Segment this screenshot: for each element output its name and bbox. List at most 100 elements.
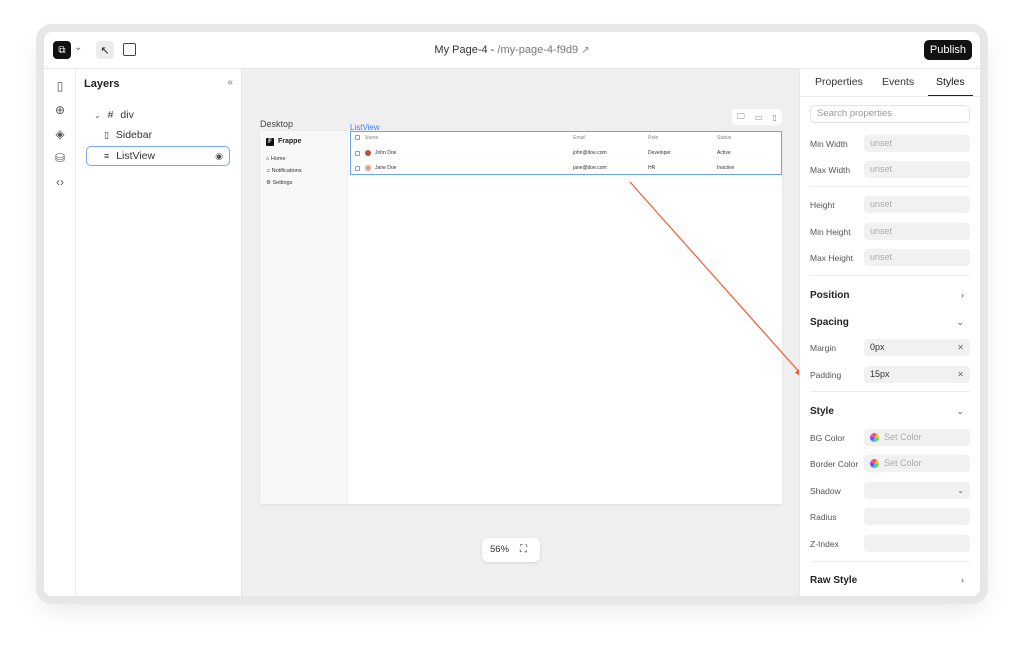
border-color-value: Set Color — [884, 458, 922, 468]
nav-label: Home — [270, 156, 286, 162]
color-wheel-icon[interactable] — [870, 433, 879, 443]
tab-events[interactable]: Events — [882, 76, 914, 96]
row-checkbox[interactable] — [355, 166, 360, 171]
chevron-down-icon[interactable]: ⌄ — [956, 406, 964, 417]
title-separator: - — [490, 44, 495, 56]
desktop-icon[interactable]: 🖵 — [737, 112, 745, 122]
padding-input[interactable]: 15px ✕ — [864, 366, 970, 383]
column-header-status[interactable]: Status — [717, 135, 731, 141]
max-height-input[interactable]: unset — [864, 249, 970, 266]
min-width-label: Min Width — [810, 139, 848, 149]
sidebar-layout-icon: ▯ — [104, 130, 109, 140]
clear-icon[interactable]: ✕ — [957, 366, 964, 383]
style-section[interactable]: Style ⌄ — [810, 406, 970, 417]
avatar — [365, 150, 371, 156]
border-color-input[interactable]: Set Color — [864, 455, 970, 472]
section-title: Spacing — [810, 317, 849, 328]
margin-input[interactable]: 0px ✕ — [864, 339, 970, 356]
color-wheel-icon[interactable] — [870, 459, 879, 469]
layers-title: Layers — [84, 78, 120, 90]
max-height-label: Max Height — [810, 253, 853, 263]
search-properties-input[interactable]: Search properties — [810, 105, 970, 123]
code-icon[interactable]: ‹› — [53, 175, 67, 189]
layer-label: div — [120, 109, 134, 121]
min-height-label: Min Height — [810, 227, 851, 237]
section-title: Style — [810, 406, 834, 417]
fit-to-screen-icon[interactable]: ⛶ — [520, 538, 527, 562]
tabs-divider — [800, 96, 980, 97]
radius-input[interactable] — [864, 508, 970, 525]
border-color-label: Border Color — [810, 459, 859, 469]
frame-nav-notifications[interactable]: ♫ Notifications — [266, 168, 302, 174]
device-switcher: 🖵 ▭ ▯ — [732, 109, 782, 125]
chevron-down-icon[interactable]: ⌄ — [94, 111, 101, 120]
publish-button[interactable]: Publish — [923, 40, 972, 60]
zindex-label: Z-Index — [810, 539, 839, 549]
cell-name: Jane Doe — [375, 165, 397, 171]
layer-item-div[interactable]: ⌄ # div — [86, 105, 230, 125]
bg-color-input[interactable]: Set Color — [864, 429, 970, 446]
icon-rail: ▯ ⊕ ◈ ⛁ ‹› — [44, 69, 76, 596]
visibility-eye-icon[interactable]: ◉ — [215, 147, 223, 165]
add-icon[interactable]: ⊕ — [53, 103, 67, 117]
layer-item-listview[interactable]: ≡ ListView ◉ — [86, 146, 230, 166]
chevron-right-icon[interactable]: › — [961, 575, 964, 585]
column-header-name[interactable]: Name — [365, 135, 378, 141]
frame-sidebar[interactable]: F Frappe ⌂ Home ♫ Notifications ⚙ Setting… — [260, 131, 348, 504]
device-label: Desktop — [260, 119, 294, 129]
row-checkbox[interactable] — [355, 151, 360, 156]
cell-email: jane@doe.com — [573, 165, 607, 171]
chevron-down-icon[interactable]: ⌄ — [957, 482, 964, 499]
frame-nav-home[interactable]: ⌂ Home — [266, 156, 286, 162]
clear-icon[interactable]: ✕ — [957, 339, 964, 356]
cell-email: john@doe.com — [573, 150, 607, 156]
select-all-checkbox[interactable] — [355, 135, 360, 140]
tab-styles[interactable]: Styles — [928, 76, 973, 96]
cell-name: John Doe — [375, 150, 397, 156]
section-title: Position — [810, 290, 850, 301]
cell-role: HR — [648, 165, 656, 171]
page-name: My Page-4 — [434, 44, 488, 56]
column-header-role[interactable]: Role — [648, 135, 658, 141]
margin-label: Margin — [810, 343, 836, 353]
tab-properties[interactable]: Properties — [815, 76, 863, 96]
canvas-area[interactable]: Desktop 🖵 ▭ ▯ ListView F Frappe ⌂ Home ♫ … — [242, 69, 799, 596]
zoom-level[interactable]: 56% — [490, 538, 509, 562]
list-icon: ≡ — [104, 151, 110, 161]
shadow-label: Shadow — [810, 486, 841, 496]
external-link-icon[interactable]: ↗ — [581, 45, 589, 56]
min-width-input[interactable]: unset — [864, 135, 970, 152]
properties-panel: Properties Events Styles Search properti… — [799, 69, 980, 596]
top-bar: ⧉ ⌄ ↖ My Page-4 - /my-page-4-f9d9 ↗ Publ… — [44, 32, 980, 69]
frame-brand: F Frappe — [266, 138, 301, 146]
listview-block[interactable]: Name Email Role Status John Doe john@doe… — [350, 131, 782, 175]
mobile-icon[interactable]: ▯ — [773, 113, 777, 122]
tablet-icon[interactable]: ▭ — [755, 113, 763, 122]
zindex-input[interactable] — [864, 535, 970, 552]
collapse-panel-icon[interactable]: « — [227, 77, 233, 88]
column-header-email[interactable]: Email — [573, 135, 586, 141]
raw-style-section[interactable]: Raw Style › — [810, 575, 970, 586]
layer-item-sidebar[interactable]: ▯ Sidebar — [86, 125, 230, 145]
chevron-down-icon[interactable]: ⌄ — [956, 317, 964, 328]
frame-nav-settings[interactable]: ⚙ Settings — [266, 180, 292, 186]
frappe-logo-icon: F — [266, 138, 274, 146]
layers-icon[interactable]: ◈ — [53, 127, 67, 141]
layers-panel: Layers « ⌄ # div ▯ Sidebar ≡ ListView ◉ — [76, 69, 242, 596]
padding-label: Padding — [810, 370, 842, 380]
page-title[interactable]: My Page-4 - /my-page-4-f9d9 ↗ — [44, 44, 980, 56]
position-section[interactable]: Position › — [810, 290, 970, 301]
spacing-section[interactable]: Spacing ⌄ — [810, 317, 970, 328]
pages-icon[interactable]: ▯ — [53, 79, 67, 93]
divider — [810, 391, 970, 392]
builder-window: ⧉ ⌄ ↖ My Page-4 - /my-page-4-f9d9 ↗ Publ… — [44, 32, 980, 596]
page-frame[interactable]: F Frappe ⌂ Home ♫ Notifications ⚙ Setting… — [260, 131, 782, 504]
nav-label: Settings — [272, 180, 293, 186]
min-height-input[interactable]: unset — [864, 223, 970, 240]
max-width-input[interactable]: unset — [864, 161, 970, 178]
chevron-right-icon[interactable]: › — [961, 290, 964, 300]
height-input[interactable]: unset — [864, 196, 970, 213]
divider — [810, 561, 970, 562]
database-icon[interactable]: ⛁ — [53, 151, 67, 165]
shadow-select[interactable]: ⌄ — [864, 482, 970, 499]
